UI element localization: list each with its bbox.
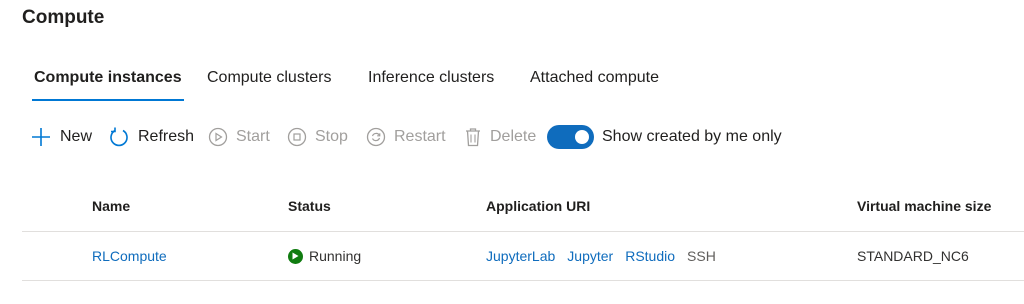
rstudio-link[interactable]: RStudio <box>625 232 675 280</box>
created-by-me-toggle-label: Show created by me only <box>602 128 782 145</box>
start-button-label: Start <box>236 128 270 145</box>
delete-button[interactable]: Delete <box>464 122 536 152</box>
trash-icon <box>466 128 480 147</box>
column-header-application-uri[interactable]: Application URI <box>486 183 590 229</box>
status-cell: Running <box>288 232 361 280</box>
tab-compute-clusters[interactable]: Compute clusters <box>207 60 332 100</box>
table-header: Name Status Application URI Virtual mach… <box>22 183 1024 232</box>
compute-instances-table: Name Status Application URI Virtual mach… <box>22 183 1024 281</box>
tab-compute-instances[interactable]: Compute instances <box>32 60 184 101</box>
refresh-button-label: Refresh <box>138 128 195 145</box>
refresh-button[interactable]: Refresh <box>108 122 194 152</box>
compute-page: Compute Compute instances Compute cluste… <box>0 0 1024 304</box>
play-circle-icon <box>208 127 228 147</box>
page-title: Compute <box>22 7 105 28</box>
vm-size-cell: STANDARD_NC6 <box>857 248 969 264</box>
toggle-knob <box>575 130 589 144</box>
new-button-label: New <box>60 128 93 145</box>
refresh-icon <box>110 127 128 147</box>
restart-button[interactable]: Restart <box>366 122 446 152</box>
ssh-label: SSH <box>687 248 716 264</box>
plus-icon <box>32 128 50 146</box>
jupyterlab-link[interactable]: JupyterLab <box>486 232 555 280</box>
new-button[interactable]: New <box>30 122 92 152</box>
stop-circle-icon <box>287 127 307 147</box>
column-header-vm-size[interactable]: Virtual machine size <box>857 183 991 229</box>
application-uri-cell: JupyterLab Jupyter RStudio SSH <box>486 232 716 280</box>
instance-name-link[interactable]: RLCompute <box>92 232 167 280</box>
column-header-name[interactable]: Name <box>92 183 130 229</box>
column-header-status[interactable]: Status <box>288 183 331 229</box>
stop-button[interactable]: Stop <box>287 122 348 152</box>
stop-button-label: Stop <box>315 128 348 145</box>
status-text: Running <box>309 248 362 264</box>
start-button[interactable]: Start <box>208 122 270 152</box>
created-by-me-toggle[interactable] <box>547 125 594 149</box>
restart-button-label: Restart <box>394 128 446 145</box>
restart-icon <box>366 127 386 147</box>
table-row[interactable]: RLCompute Running JupyterLab Jupyter RSt… <box>22 232 1024 281</box>
jupyter-link[interactable]: Jupyter <box>567 232 613 280</box>
running-status-icon <box>288 248 303 264</box>
tab-inference-clusters[interactable]: Inference clusters <box>368 60 494 100</box>
delete-button-label: Delete <box>490 128 537 145</box>
tab-attached-compute[interactable]: Attached compute <box>530 60 659 100</box>
